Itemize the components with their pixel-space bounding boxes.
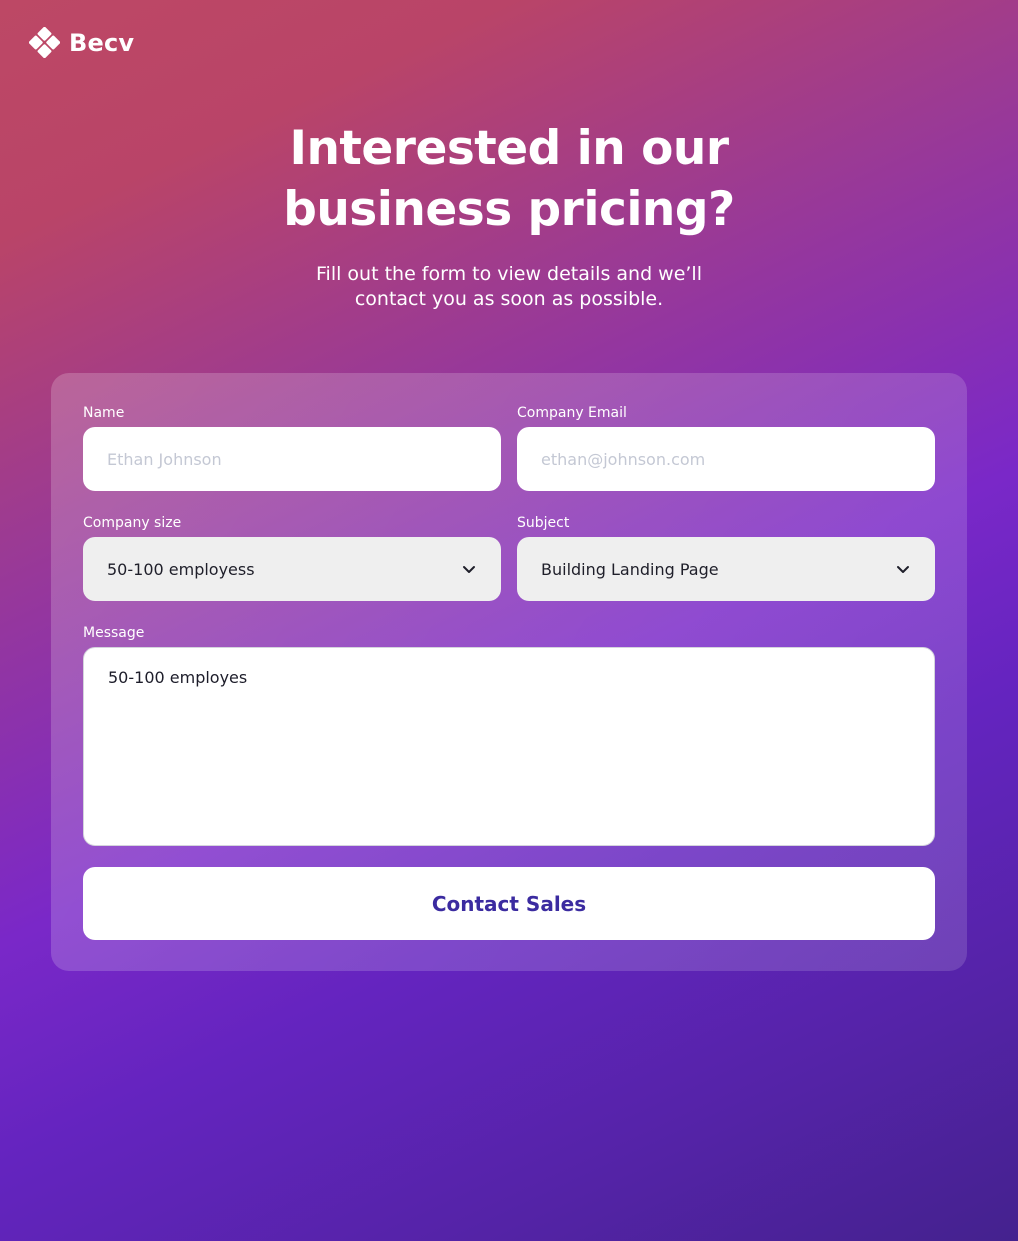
company-size-selected-value: 50-100 employess bbox=[107, 559, 255, 579]
company-size-select[interactable]: 50-100 employess bbox=[83, 537, 501, 601]
page-subtitle-line-1: Fill out the form to view details and we… bbox=[316, 263, 702, 285]
company-email-input[interactable] bbox=[517, 427, 935, 491]
message-textarea[interactable]: 50-100 employes bbox=[83, 647, 935, 846]
company-size-label: Company size bbox=[83, 515, 182, 531]
diamond-grid-icon bbox=[29, 27, 60, 58]
page-title: Interested in our business pricing? bbox=[0, 118, 1018, 240]
name-input[interactable] bbox=[83, 427, 501, 491]
brand-logo[interactable]: Becv bbox=[29, 27, 134, 58]
subject-selected-value: Building Landing Page bbox=[541, 559, 719, 579]
message-label: Message bbox=[83, 625, 145, 641]
chevron-down-icon bbox=[897, 566, 909, 573]
subject-select[interactable]: Building Landing Page bbox=[517, 537, 935, 601]
contact-sales-button[interactable]: Contact Sales bbox=[83, 867, 935, 940]
subject-label: Subject bbox=[517, 515, 570, 531]
contact-sales-form: Name Company Email Company size 50-100 e… bbox=[51, 373, 967, 971]
page-subtitle-line-2: contact you as soon as possible. bbox=[354, 288, 664, 310]
page-title-line-1: Interested in our bbox=[289, 121, 729, 176]
chevron-down-icon bbox=[463, 566, 475, 573]
page-subtitle: Fill out the form to view details and we… bbox=[0, 262, 1018, 312]
brand-name: Becv bbox=[69, 28, 135, 57]
page-title-line-2: business pricing? bbox=[283, 182, 735, 237]
company-email-label: Company Email bbox=[517, 405, 627, 421]
name-label: Name bbox=[83, 405, 125, 421]
